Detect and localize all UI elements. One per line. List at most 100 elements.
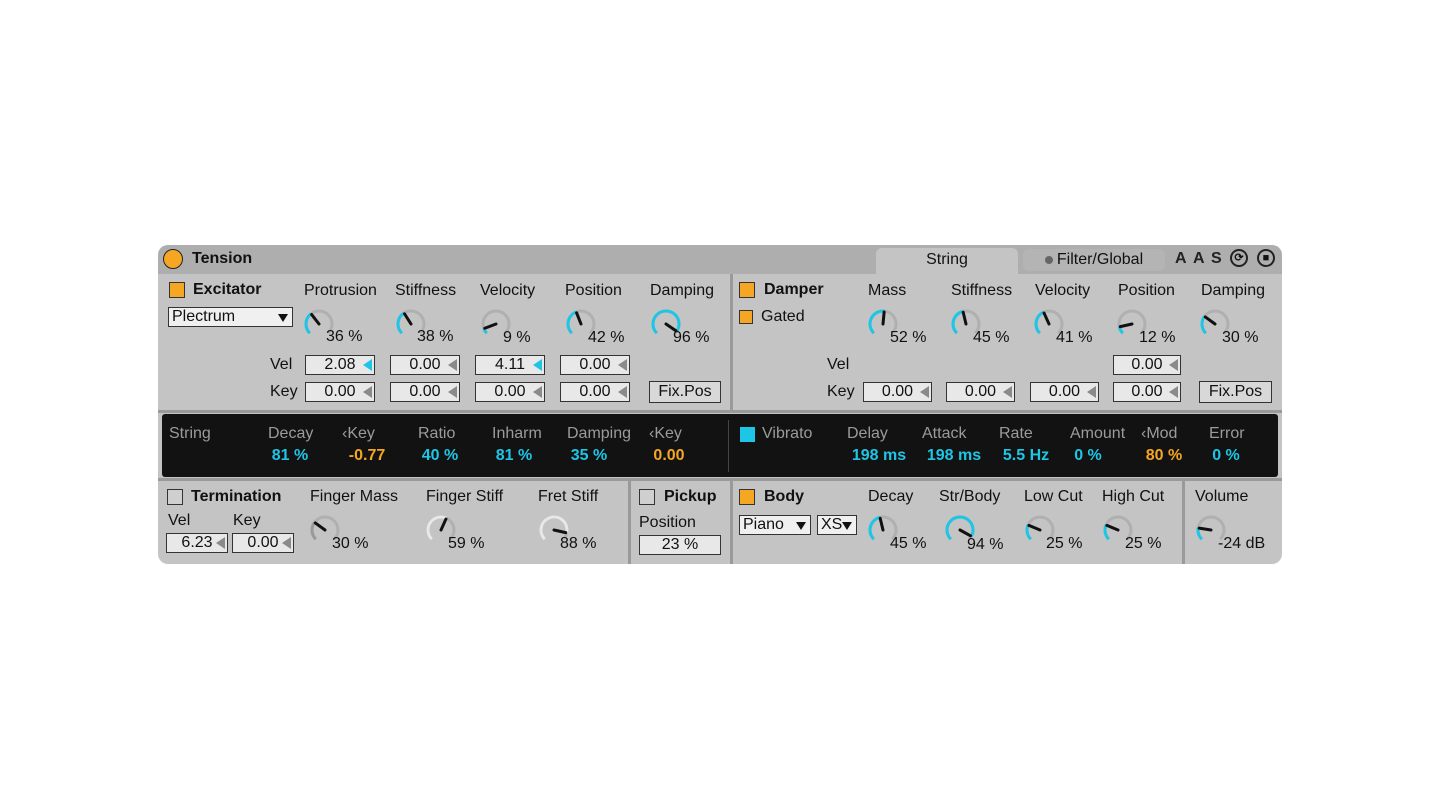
damper-key-stiffness[interactable]: 0.00 — [946, 382, 1015, 402]
vibrato-title: Vibrato — [762, 425, 813, 442]
vibrato-rate-value[interactable]: 5.5 Hz — [998, 447, 1054, 465]
damper-stiffness-value: 45 % — [973, 329, 1010, 346]
termination-fret-stiff-value: 88 % — [560, 535, 597, 552]
termination-finger-stiff-value: 59 % — [448, 535, 485, 552]
excitator-label-stiffness: Stiffness — [395, 282, 457, 299]
tab-filter-label: Filter/Global — [1056, 251, 1144, 268]
divider — [728, 420, 729, 472]
vibrato-delay-value[interactable]: 198 ms — [848, 447, 910, 465]
excitator-vel-stiffness-value: 0.00 — [409, 356, 441, 373]
mod-arrow-icon — [448, 386, 457, 398]
mod-arrow-icon — [1169, 386, 1178, 398]
excitator-position-value: 42 % — [588, 329, 625, 346]
excitator-velocity-value: 9 % — [503, 329, 531, 346]
save-preset-icon[interactable]: ■ — [1257, 249, 1275, 267]
damper-label-damping: Damping — [1201, 282, 1266, 299]
string-damping-value[interactable]: 35 % — [567, 447, 611, 465]
excitator-key-label: Key — [270, 383, 298, 400]
damper-toggle[interactable] — [739, 282, 755, 298]
string-decay-value[interactable]: 81 % — [268, 447, 312, 465]
damper-key-velocity[interactable]: 0.00 — [1030, 382, 1099, 402]
string-label-damping-key: ‹Key — [649, 425, 682, 442]
excitator-key-velocity-value: 0.00 — [494, 383, 526, 400]
body-type-select[interactable]: Piano — [739, 515, 811, 535]
chevron-down-icon — [842, 522, 852, 530]
string-label-key: ‹Key — [342, 425, 375, 442]
chevron-down-icon — [278, 314, 288, 322]
damper-vel-position[interactable]: 0.00 — [1113, 355, 1181, 375]
body-toggle[interactable] — [739, 489, 755, 505]
a-icon-2[interactable]: A — [1193, 250, 1205, 268]
string-label-inharm: Inharm — [492, 425, 542, 442]
termination-label-fret-stiff: Fret Stiff — [538, 488, 599, 505]
device-power-button[interactable] — [163, 249, 183, 269]
excitator-damping-value: 96 % — [673, 329, 710, 346]
mod-arrow-icon — [1087, 386, 1096, 398]
termination-vel-label: Vel — [168, 512, 191, 529]
termination-finger-mass-value: 30 % — [332, 535, 369, 552]
damper-key-mass[interactable]: 0.00 — [863, 382, 932, 402]
excitator-key-protrusion[interactable]: 0.00 — [305, 382, 375, 402]
excitator-key-stiffness[interactable]: 0.00 — [390, 382, 460, 402]
vibrato-toggle[interactable] — [740, 427, 755, 442]
device-title-bar: Tension String Filter/Global A A S ⟳ ■ — [158, 245, 1282, 274]
termination-key-value: 0.00 — [247, 534, 279, 551]
excitator-vel-position-value: 0.00 — [579, 356, 611, 373]
device-name: Tension — [192, 250, 253, 267]
vibrato-error-value[interactable]: 0 % — [1206, 447, 1246, 465]
volume-value: -24 dB — [1218, 535, 1266, 552]
vibrato-attack-value[interactable]: 198 ms — [923, 447, 985, 465]
mod-arrow-icon — [448, 359, 457, 371]
termination-title: Termination — [191, 488, 282, 505]
vibrato-label-amount: Amount — [1070, 425, 1126, 442]
pickup-toggle[interactable] — [639, 489, 655, 505]
damper-key-label: Key — [827, 383, 855, 400]
vibrato-mod-value[interactable]: 80 % — [1140, 447, 1188, 465]
excitator-vel-position[interactable]: 0.00 — [560, 355, 630, 375]
damper-fixpos-button[interactable]: Fix.Pos — [1199, 381, 1272, 403]
excitator-toggle[interactable] — [169, 282, 185, 298]
excitator-fixpos-button[interactable]: Fix.Pos — [649, 381, 721, 403]
divider — [1182, 481, 1185, 564]
string-key-value[interactable]: -0.77 — [344, 447, 390, 465]
hot-swap-icon[interactable]: ⟳ — [1230, 249, 1248, 267]
damper-vel-position-value: 0.00 — [1131, 356, 1163, 373]
excitator-key-position[interactable]: 0.00 — [560, 382, 630, 402]
excitator-vel-velocity[interactable]: 4.11 — [475, 355, 545, 375]
mod-arrow-icon — [533, 359, 542, 371]
damper-label-position: Position — [1118, 282, 1175, 299]
excitator-vel-protrusion[interactable]: 2.08 — [305, 355, 375, 375]
termination-key-field[interactable]: 0.00 — [232, 533, 294, 553]
damper-gated-toggle[interactable] — [739, 310, 753, 324]
excitator-type-select[interactable]: Plectrum — [168, 307, 293, 327]
excitator-protrusion-value: 36 % — [326, 328, 363, 345]
mod-arrow-icon — [618, 359, 627, 371]
damper-key-position[interactable]: 0.00 — [1113, 382, 1181, 402]
vibrato-amount-value[interactable]: 0 % — [1068, 447, 1108, 465]
excitator-type-value: Plectrum — [172, 308, 236, 325]
mod-arrow-icon — [618, 386, 627, 398]
body-label-low-cut: Low Cut — [1024, 488, 1083, 505]
mod-arrow-icon — [363, 359, 372, 371]
damper-key-mass-value: 0.00 — [881, 383, 914, 400]
tab-string[interactable]: String — [876, 248, 1018, 274]
s-icon[interactable]: S — [1211, 250, 1222, 268]
excitator-vel-stiffness[interactable]: 0.00 — [390, 355, 460, 375]
string-inharm-value[interactable]: 81 % — [492, 447, 536, 465]
body-label-str-body: Str/Body — [939, 488, 1001, 505]
damper-label-mass: Mass — [868, 282, 907, 299]
excitator-key-velocity[interactable]: 0.00 — [475, 382, 545, 402]
string-ratio-value[interactable]: 40 % — [418, 447, 462, 465]
string-damping-key-value[interactable]: 0.00 — [649, 447, 689, 465]
body-str-body-value: 94 % — [967, 536, 1004, 553]
damper-mass-value: 52 % — [890, 329, 927, 346]
termination-vel-field[interactable]: 6.23 — [166, 533, 228, 553]
excitator-key-protrusion-value: 0.00 — [324, 383, 356, 400]
pickup-position-field[interactable]: 23 % — [639, 535, 721, 555]
a-icon[interactable]: A — [1175, 250, 1187, 268]
excitator-vel-velocity-value: 4.11 — [495, 356, 525, 373]
tab-filter-global[interactable]: Filter/Global — [1023, 249, 1165, 271]
body-size-select[interactable]: XS — [817, 515, 857, 535]
mod-arrow-icon — [920, 386, 929, 398]
termination-toggle[interactable] — [167, 489, 183, 505]
